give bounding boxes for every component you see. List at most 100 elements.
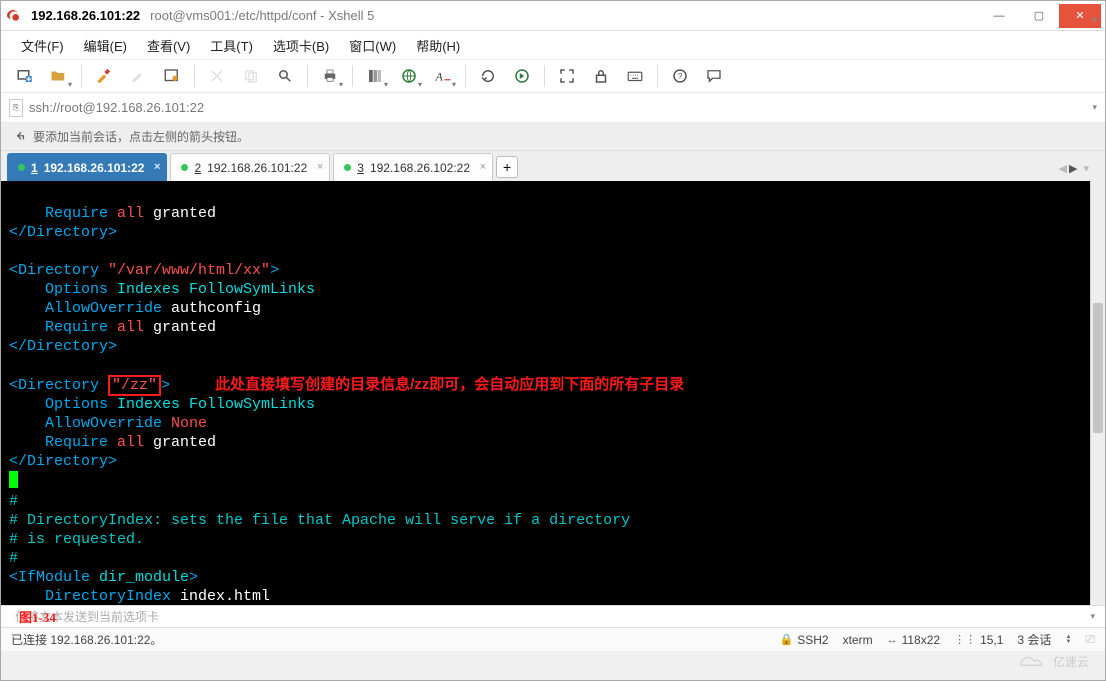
tab-label: 192.168.26.102:22	[370, 161, 470, 175]
address-url[interactable]: ssh://root@192.168.26.101:22	[29, 100, 1086, 115]
find-icon[interactable]	[271, 62, 299, 90]
tab-strip: 1 192.168.26.101:22 × 2 192.168.26.101:2…	[1, 151, 1105, 181]
tab-2[interactable]: 2 192.168.26.101:22 ×	[170, 153, 330, 181]
term-text: </Directory>	[9, 338, 117, 355]
new-tab-button[interactable]: +	[496, 156, 518, 178]
reconnect-icon[interactable]	[203, 62, 231, 90]
status-dot-icon	[344, 164, 351, 171]
term-text: "/var/www/html/xx"	[108, 262, 270, 279]
term-text: # is requested.	[9, 531, 144, 548]
tab-close-icon[interactable]: ×	[317, 161, 323, 173]
copy-icon[interactable]	[237, 62, 265, 90]
figure-label: 图1-34	[19, 607, 56, 626]
menu-window[interactable]: 窗口(W)	[341, 32, 404, 59]
menu-edit[interactable]: 编辑(E)	[76, 32, 135, 59]
tab-label: 192.168.26.101:22	[44, 161, 145, 175]
term-text: all	[117, 319, 144, 336]
refresh-icon[interactable]	[474, 62, 502, 90]
app-icon	[5, 8, 21, 24]
term-text: </Directory>	[9, 224, 117, 241]
term-text: #	[9, 493, 18, 510]
menu-tabs[interactable]: 选项卡(B)	[265, 32, 337, 59]
address-bar: ⎘ ssh://root@192.168.26.101:22 ▾	[1, 93, 1105, 123]
watermark: 亿速云	[1015, 652, 1089, 670]
term-text: all	[117, 205, 144, 222]
term-text: dir_module	[99, 569, 189, 586]
term-text: index.html	[180, 588, 270, 605]
status-dot-icon	[181, 164, 188, 171]
props-icon[interactable]	[158, 62, 186, 90]
terminal[interactable]: Require all granted </Directory> <Direct…	[1, 181, 1105, 605]
keyboard-icon[interactable]	[621, 62, 649, 90]
tab-3[interactable]: 3 192.168.26.102:22 ×	[333, 153, 493, 181]
tab-close-icon[interactable]: ×	[480, 161, 486, 173]
tab-scroll-arrows[interactable]: ◀▶▾	[1059, 162, 1099, 181]
font-icon[interactable]: A	[429, 62, 457, 90]
status-caps: ⎚	[1085, 632, 1095, 647]
menu-view[interactable]: 查看(V)	[139, 32, 198, 59]
term-text: authconfig	[171, 300, 261, 317]
status-updown[interactable]: ▲▼	[1065, 635, 1071, 645]
scrollbar[interactable]	[1090, 181, 1105, 605]
tab-close-icon[interactable]: ×	[154, 161, 160, 173]
minimize-button[interactable]: —	[979, 4, 1019, 28]
fullscreen-icon[interactable]	[553, 62, 581, 90]
session-hint-bar: 要添加当前会话，点击左侧的箭头按钮。	[1, 123, 1105, 151]
scrollbar-thumb[interactable]	[1093, 303, 1103, 433]
highlighter-icon[interactable]	[90, 62, 118, 90]
refresh-green-icon[interactable]	[508, 62, 536, 90]
help-icon[interactable]: ?	[666, 62, 694, 90]
tab-1[interactable]: 1 192.168.26.101:22 ×	[7, 153, 167, 181]
term-text: granted	[144, 319, 216, 336]
columns-icon[interactable]	[361, 62, 389, 90]
term-text: granted	[144, 205, 216, 222]
chat-icon[interactable]	[700, 62, 728, 90]
term-text: Options	[9, 396, 117, 413]
print-icon[interactable]	[316, 62, 344, 90]
hint-text: 要添加当前会话，点击左侧的箭头按钮。	[33, 128, 249, 145]
highlighted-path: "/zz"	[108, 375, 161, 396]
menu-help[interactable]: 帮助(H)	[408, 32, 468, 59]
term-text: all	[117, 434, 144, 451]
maximize-button[interactable]: ▢	[1019, 4, 1059, 28]
tab-number: 1	[31, 161, 38, 175]
brush-icon[interactable]	[124, 62, 152, 90]
term-text: <Directory	[9, 262, 108, 279]
menu-tools[interactable]: 工具(T)	[202, 32, 261, 59]
term-text: AllowOverride	[9, 300, 171, 317]
toolbar: A ? ▾	[1, 59, 1105, 93]
term-text: >	[270, 262, 279, 279]
menu-file[interactable]: 文件(F)	[13, 32, 72, 59]
term-text: granted	[144, 434, 216, 451]
status-proto: 🔒SSH2	[780, 633, 829, 647]
term-text: #	[9, 550, 18, 567]
lock-icon[interactable]	[587, 62, 615, 90]
term-text: >	[189, 569, 198, 586]
open-folder-icon[interactable]	[45, 62, 73, 90]
addr-dropdown[interactable]: ▾	[1092, 102, 1097, 113]
new-tab-icon[interactable]	[11, 62, 39, 90]
compose-bar: 图1-34 仅将文本发送到当前选项卡 ▾	[1, 605, 1105, 627]
term-text: AllowOverride	[9, 415, 171, 432]
status-sessions: 3 会话	[1017, 631, 1051, 648]
status-dot-icon	[18, 164, 25, 171]
hint-arrow-icon[interactable]	[13, 130, 27, 144]
status-bar: 已连接 192.168.26.101:22。 🔒SSH2 xterm ↔118x…	[1, 627, 1105, 651]
status-termtype: xterm	[843, 633, 873, 647]
resize-icon: ↔	[887, 634, 898, 646]
title-path: root@vms001:/etc/httpd/conf - Xshell 5	[150, 8, 374, 23]
status-size: ↔118x22	[887, 633, 940, 647]
addr-back-button[interactable]: ⎘	[9, 99, 23, 117]
toolbar-overflow[interactable]: ▾	[1092, 15, 1097, 26]
globe-icon[interactable]	[395, 62, 423, 90]
title-host: 192.168.26.101:22	[31, 8, 140, 23]
compose-dropdown[interactable]: ▾	[1090, 611, 1095, 622]
term-text: <IfModule	[9, 569, 99, 586]
tab-number: 2	[194, 161, 201, 175]
term-text: # DirectoryIndex: sets the file that Apa…	[9, 512, 630, 529]
cursor	[9, 471, 18, 488]
terminal-panel: Require all granted </Directory> <Direct…	[1, 181, 1105, 605]
term-text: Require	[9, 205, 117, 222]
term-text: Require	[9, 434, 117, 451]
term-text: None	[171, 415, 207, 432]
